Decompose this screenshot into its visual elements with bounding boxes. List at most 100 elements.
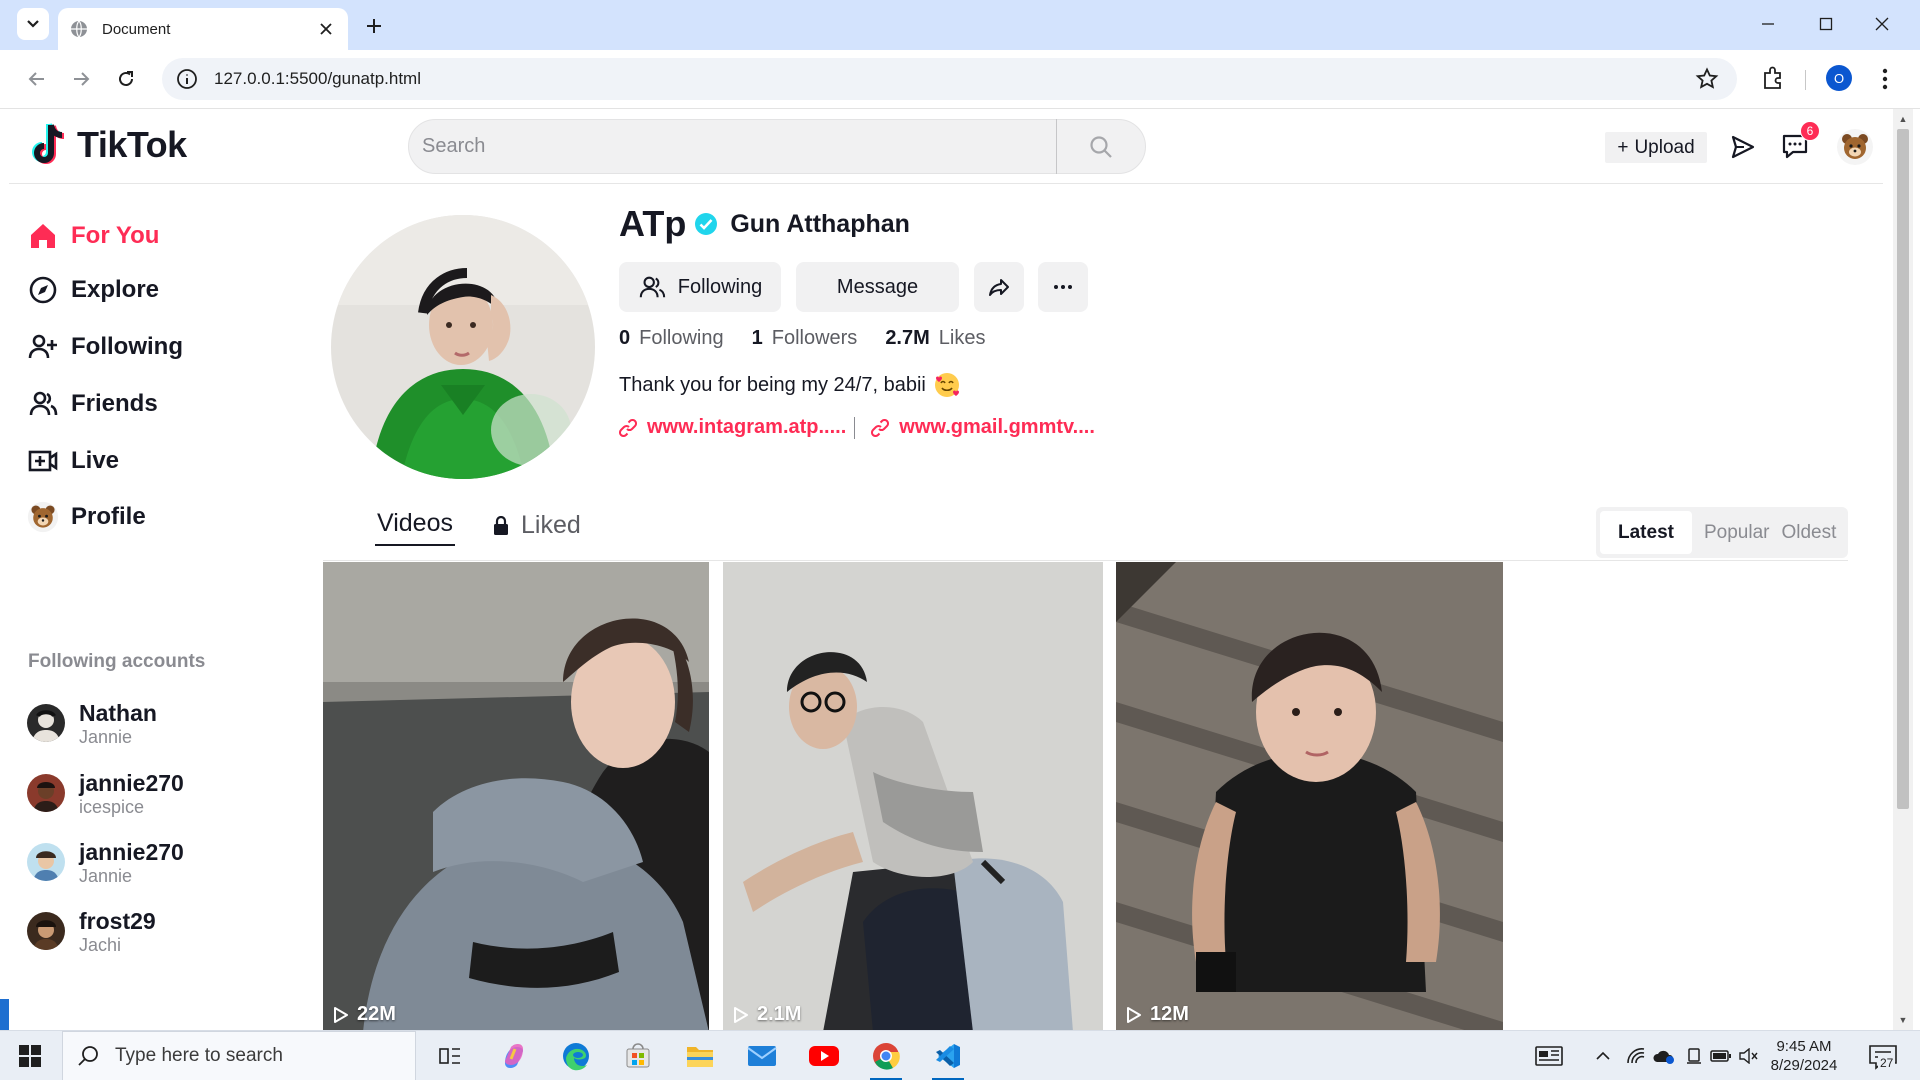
tiktok-logo[interactable]: TikTok	[27, 119, 187, 171]
sidebar-item-friends[interactable]: Friends	[27, 382, 158, 426]
sort-oldest[interactable]: Oldest	[1775, 511, 1842, 554]
taskbar-store[interactable]	[618, 1037, 658, 1075]
window-right-edge	[1913, 109, 1920, 1030]
following-button-label: Following	[677, 275, 763, 298]
taskbar-chrome[interactable]	[866, 1037, 906, 1080]
onedrive-icon[interactable]	[1652, 1045, 1676, 1067]
taskbar-search[interactable]: Type here to search	[62, 1031, 416, 1080]
search-input[interactable]	[409, 120, 1056, 173]
device-icon[interactable]	[1684, 1045, 1704, 1067]
send-message-icon[interactable]	[1729, 133, 1757, 161]
taskbar-clock[interactable]: 9:45 AM 8/29/2024	[1756, 1037, 1852, 1075]
chevron-down-icon	[27, 20, 39, 28]
search-icon	[1090, 135, 1112, 158]
arrow-right-icon	[74, 72, 90, 86]
video-view-count: 12M	[1126, 1003, 1189, 1026]
video-views-text: 2.1M	[757, 1003, 802, 1025]
more-options-button[interactable]	[1038, 262, 1088, 312]
chevron-up-icon[interactable]	[1594, 1045, 1612, 1067]
url-text[interactable]: 127.0.0.1:5500/gunatp.html	[214, 69, 1695, 89]
news-widget-icon[interactable]	[1534, 1045, 1564, 1067]
bear-avatar-icon	[1842, 134, 1868, 159]
scrollbar-thumb[interactable]	[1897, 129, 1909, 809]
following-account[interactable]: Nathan Jannie	[27, 695, 157, 751]
sort-latest[interactable]: Latest	[1600, 511, 1692, 554]
live-icon	[27, 445, 59, 477]
tab-liked[interactable]: Liked	[493, 511, 581, 546]
taskbar-file-explorer[interactable]	[680, 1037, 720, 1075]
page-scrollbar[interactable]: ▲ ▼	[1893, 109, 1913, 1030]
taskbar-copilot[interactable]	[494, 1037, 534, 1075]
video-card[interactable]: 2.1M	[723, 562, 1103, 1030]
search-button[interactable]	[1057, 120, 1145, 173]
followers-count: 1	[751, 327, 763, 349]
video-card[interactable]: 22M	[323, 562, 709, 1030]
notification-count: 27	[1878, 1056, 1896, 1070]
sidebar-item-profile[interactable]: Profile	[27, 495, 146, 539]
likes-count: 2.7M	[885, 327, 930, 349]
taskbar-youtube[interactable]	[804, 1037, 844, 1075]
video-card[interactable]: 12M	[1116, 562, 1503, 1030]
following-account[interactable]: jannie270 icespice	[27, 765, 184, 821]
browser-tab[interactable]: Document	[58, 8, 348, 50]
profile-avatar-icon	[27, 501, 59, 533]
account-name: Nathan	[79, 699, 157, 726]
upload-button[interactable]: + Upload	[1605, 132, 1707, 163]
sidebar-item-label: Profile	[71, 503, 146, 530]
reload-button[interactable]	[109, 62, 143, 96]
sidebar-item-following[interactable]: Following	[27, 325, 183, 369]
minimize-button[interactable]	[1748, 8, 1788, 40]
forward-button[interactable]	[64, 62, 98, 96]
address-bar[interactable]: 127.0.0.1:5500/gunatp.html	[162, 58, 1737, 100]
taskbar-mail[interactable]	[742, 1037, 782, 1075]
info-icon[interactable]	[176, 68, 198, 90]
sidebar-item-explore[interactable]: Explore	[27, 268, 159, 312]
sidebar-item-live[interactable]: Live	[27, 439, 119, 483]
browser-profile-avatar[interactable]: O	[1826, 65, 1852, 91]
battery-icon[interactable]	[1710, 1045, 1732, 1067]
new-tab-button[interactable]	[360, 12, 388, 40]
reload-icon	[119, 71, 133, 86]
profile-link[interactable]: www.intagram.atp.....	[619, 416, 846, 439]
extensions-puzzle-icon[interactable]	[1758, 64, 1788, 94]
desktop-edge	[0, 999, 9, 1030]
taskbar-vscode[interactable]	[928, 1037, 968, 1080]
tab-search-button[interactable]	[17, 8, 49, 40]
share-button[interactable]	[974, 262, 1024, 312]
message-button[interactable]: Message	[796, 262, 959, 312]
task-view-button[interactable]	[430, 1037, 470, 1075]
start-button[interactable]	[10, 1040, 50, 1072]
speaker-muted-icon[interactable]	[1738, 1045, 1758, 1067]
following-count-label[interactable]: Following	[639, 327, 723, 350]
profile-link-text: www.intagram.atp.....	[647, 416, 847, 438]
following-account[interactable]: jannie270 Jannie	[27, 834, 184, 890]
link-icon	[619, 418, 637, 437]
tabs-divider	[323, 560, 1848, 561]
close-window-button[interactable]	[1862, 8, 1902, 40]
sidebar-item-for-you[interactable]: For You	[27, 214, 159, 258]
scroll-down-arrow-icon[interactable]: ▼	[1898, 1015, 1908, 1025]
close-tab-icon[interactable]	[316, 19, 336, 39]
back-button[interactable]	[20, 62, 54, 96]
profile-link[interactable]: www.gmail.gmmtv....	[871, 416, 1095, 439]
maximize-button[interactable]	[1806, 8, 1846, 40]
video-thumbnail	[723, 562, 1103, 1030]
taskbar-edge[interactable]	[556, 1037, 596, 1075]
bookmark-star-icon[interactable]	[1695, 67, 1719, 91]
followers-count-label[interactable]: Followers	[772, 327, 858, 350]
avatar	[27, 912, 65, 950]
following-button[interactable]: Following	[619, 262, 781, 312]
tab-liked-label: Liked	[521, 511, 581, 539]
tab-videos[interactable]: Videos	[375, 509, 455, 546]
scroll-up-arrow-icon[interactable]: ▲	[1898, 114, 1908, 124]
window-left-edge	[0, 109, 9, 1030]
smiling-hearts-emoji-icon	[934, 373, 959, 397]
following-account[interactable]: frost29 Jachi	[27, 903, 156, 959]
clock-time: 9:45 AM	[1776, 1038, 1832, 1055]
user-avatar[interactable]	[1837, 129, 1873, 165]
kebab-menu-icon[interactable]	[1872, 65, 1898, 93]
folder-icon	[687, 1047, 713, 1067]
network-icon[interactable]	[1626, 1045, 1646, 1067]
sort-popular[interactable]: Popular	[1698, 511, 1776, 554]
play-icon	[734, 1006, 748, 1023]
